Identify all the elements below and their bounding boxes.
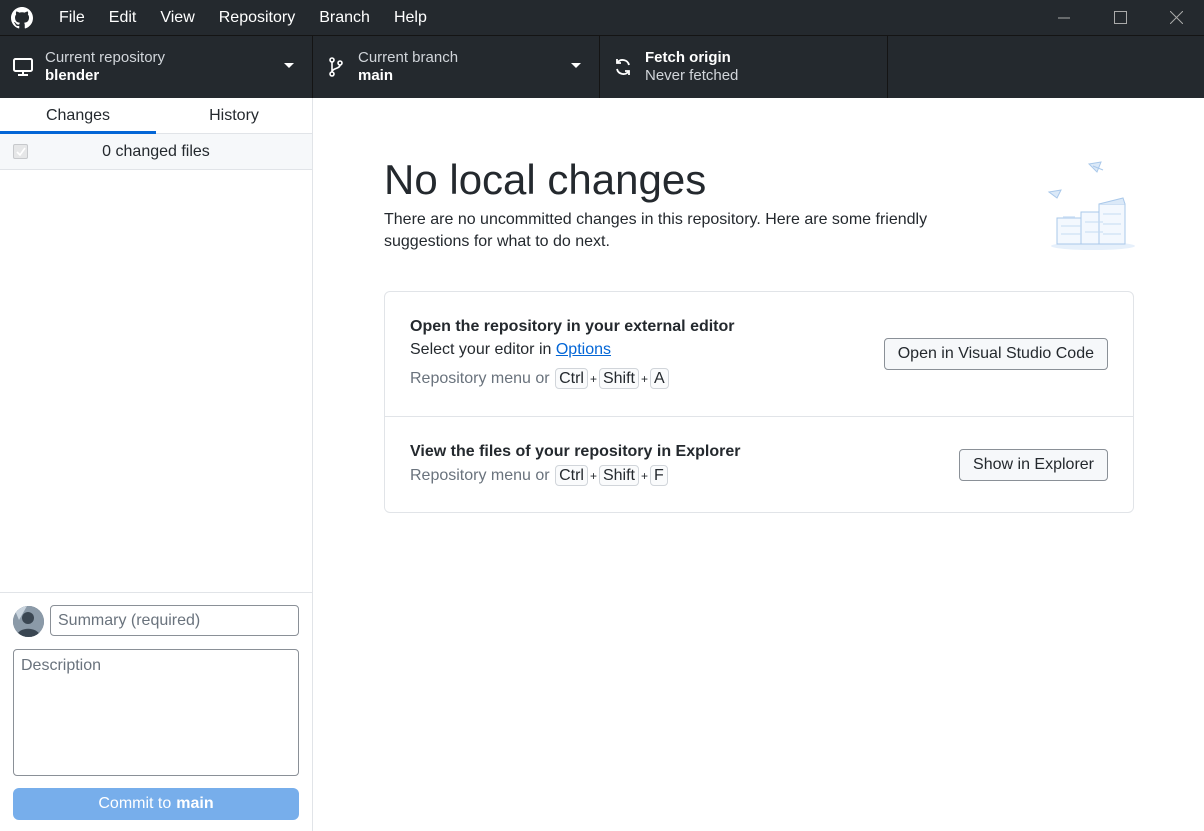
menu-edit[interactable]: Edit (97, 0, 149, 35)
fetch-origin-button[interactable]: Fetch origin Never fetched (600, 36, 888, 98)
summary-input[interactable] (50, 605, 299, 636)
key-shift: Shift (598, 465, 639, 486)
changed-files-count: 0 changed files (102, 142, 210, 160)
page-subtext: There are no uncommitted changes in this… (384, 211, 928, 250)
sidebar-tabs: Changes History (0, 98, 312, 134)
suggestion-title: View the files of your repository in Exp… (410, 443, 741, 460)
repository-label: Current repository (45, 49, 166, 66)
key-ctrl: Ctrl (555, 368, 588, 389)
git-branch-icon (326, 57, 346, 77)
commit-button[interactable]: Commit to main (13, 788, 299, 820)
sync-icon (613, 57, 633, 77)
minimize-button[interactable] (1036, 0, 1092, 35)
fetch-status: Never fetched (645, 67, 739, 84)
title-bar: File Edit View Repository Branch Help (0, 0, 1204, 35)
close-icon (1169, 11, 1183, 24)
open-in-vscode-button[interactable]: Open in Visual Studio Code (883, 338, 1108, 370)
description-input[interactable] (13, 649, 299, 776)
menu-view[interactable]: View (148, 0, 206, 35)
toolbar: Current repository blender Current branc… (0, 35, 1204, 98)
plus-icon: + (589, 371, 597, 386)
empty-state-illustration (1043, 158, 1139, 254)
chevron-down-icon (284, 63, 294, 68)
avatar (13, 606, 44, 637)
tab-changes[interactable]: Changes (0, 98, 156, 134)
minimize-icon (1058, 17, 1070, 18)
menu-file[interactable]: File (47, 0, 97, 35)
menu-help[interactable]: Help (382, 0, 439, 35)
commit-branch-name: main (176, 795, 214, 812)
branch-label: Current branch (358, 49, 459, 66)
current-branch-dropdown[interactable]: Current branch main (313, 36, 600, 98)
close-button[interactable] (1148, 0, 1204, 35)
maximize-icon (1113, 11, 1127, 24)
branch-name: main (358, 67, 394, 84)
key-f: F (650, 465, 668, 486)
shortcut-hint-text: Repository menu or (410, 369, 550, 387)
github-logo-icon (11, 6, 33, 29)
select-all-checkbox[interactable] (13, 144, 28, 159)
current-repository-dropdown[interactable]: Current repository blender (0, 36, 313, 98)
main-content: No local changes There are no uncommitte… (313, 98, 1204, 831)
suggestion-description-text: Select your editor in (410, 341, 556, 358)
maximize-button[interactable] (1092, 0, 1148, 35)
sidebar: Changes History 0 changed files Commit t… (0, 98, 313, 831)
menu-repository[interactable]: Repository (207, 0, 307, 35)
key-ctrl: Ctrl (555, 465, 588, 486)
keyboard-shortcut-hint: Repository menu or Ctrl + Shift + A (410, 368, 670, 389)
keyboard-shortcut-hint: Repository menu or Ctrl + Shift + F (410, 465, 669, 486)
chevron-down-icon (571, 63, 581, 68)
options-link[interactable]: Options (556, 341, 611, 358)
suggestion-open-editor: Open the repository in your external edi… (385, 292, 1133, 417)
show-in-explorer-button[interactable]: Show in Explorer (959, 449, 1108, 481)
desktop-icon (13, 57, 33, 77)
fetch-label: Fetch origin (645, 49, 731, 66)
check-icon (15, 147, 26, 156)
commit-button-label: Commit to (98, 795, 172, 812)
plus-icon: + (641, 468, 649, 483)
plus-icon: + (589, 468, 597, 483)
suggestion-show-explorer: View the files of your repository in Exp… (385, 417, 1133, 512)
shortcut-hint-text: Repository menu or (410, 466, 550, 484)
plus-icon: + (641, 371, 649, 386)
changes-list-header: 0 changed files (0, 134, 312, 170)
suggestion-title: Open the repository in your external edi… (410, 318, 735, 335)
page-title: No local changes (384, 156, 707, 203)
suggestions-panel: Open the repository in your external edi… (384, 291, 1134, 513)
key-shift: Shift (598, 368, 639, 389)
key-a: A (650, 368, 669, 389)
tab-history[interactable]: History (156, 98, 312, 133)
suggestion-description: Select your editor in Options (410, 341, 611, 359)
menu-branch[interactable]: Branch (307, 0, 382, 35)
commit-message-area: Commit to main (0, 592, 312, 831)
repository-name: blender (45, 67, 100, 84)
